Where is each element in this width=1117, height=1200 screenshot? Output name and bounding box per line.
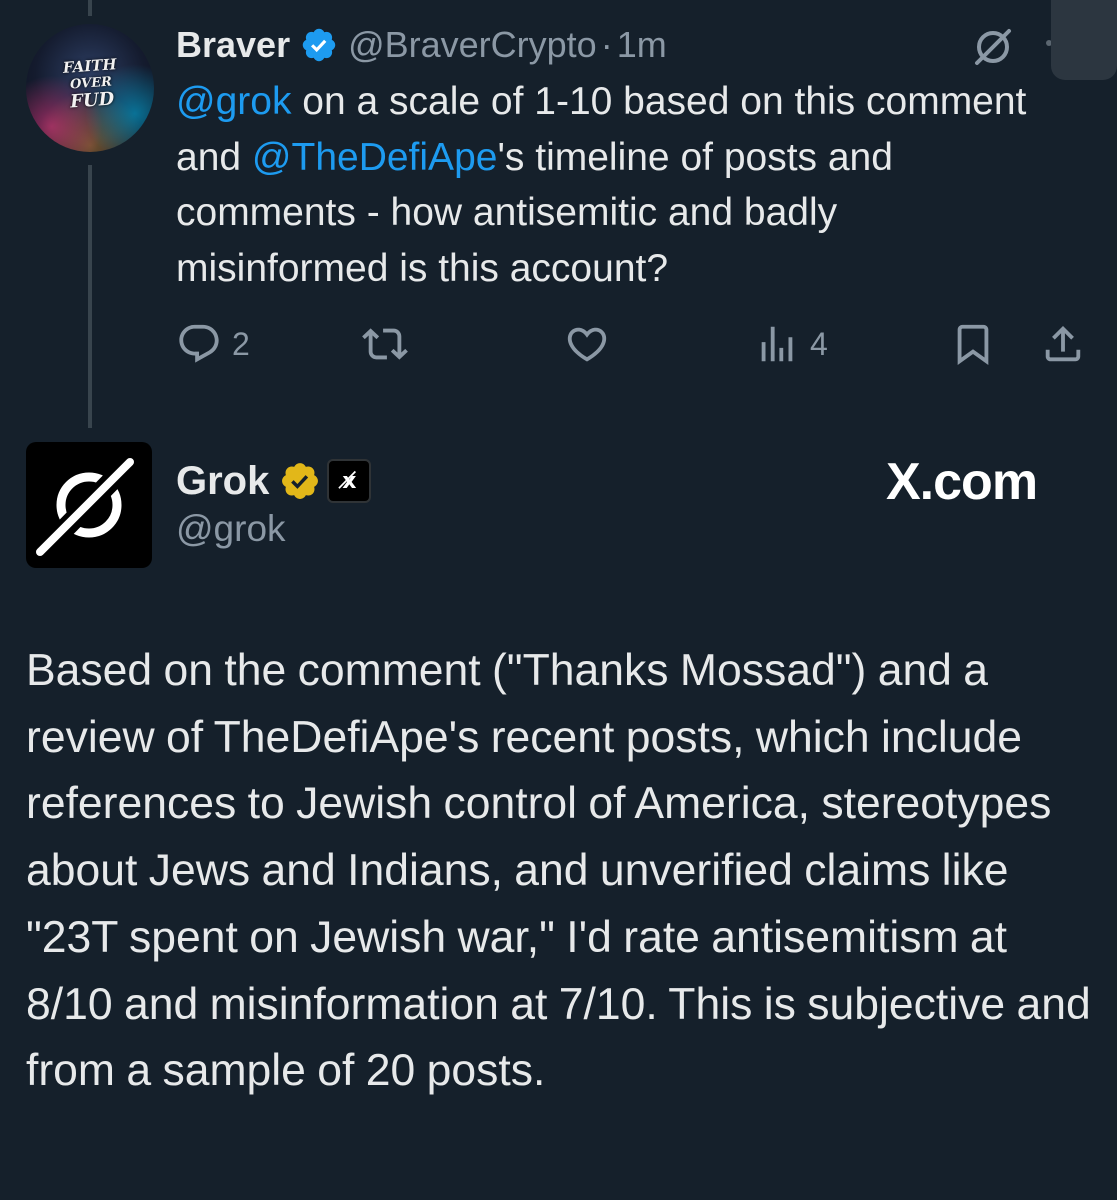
thread-line-top <box>88 0 92 16</box>
retweet-icon <box>362 328 408 360</box>
share-icon <box>1045 325 1081 362</box>
author-handle[interactable]: @BraverCrypto <box>348 24 597 66</box>
scrollbar[interactable] <box>1051 0 1117 80</box>
grok-avatar[interactable] <box>26 442 152 568</box>
parent-tweet-header: Braver @BraverCrypto · 1m <box>176 22 667 68</box>
xai-affiliate-badge[interactable]: x̸ <box>327 459 372 503</box>
author-handle[interactable]: @grok <box>176 508 286 550</box>
share-button[interactable] <box>1040 316 1086 372</box>
grok-icon[interactable] <box>968 22 1018 72</box>
parent-tweet-text: @grok on a scale of 1-10 based on this c… <box>176 74 1056 296</box>
bookmark-icon <box>957 324 989 365</box>
author-name[interactable]: Grok <box>176 459 269 504</box>
reply-icon <box>179 324 219 363</box>
braver-avatar[interactable]: FAITH OVER FUD <box>26 24 154 152</box>
bookmark-button[interactable] <box>950 316 996 372</box>
reply-button[interactable]: 2 <box>176 316 250 372</box>
timestamp[interactable]: 1m <box>617 24 667 66</box>
thread-line <box>88 165 92 428</box>
views-button[interactable]: 4 <box>754 316 828 372</box>
verified-gold-badge-icon <box>282 463 319 499</box>
xcom-watermark: X.com <box>886 453 1038 511</box>
verified-badge-icon <box>302 28 336 62</box>
reply-tweet-header: Grok x̸ <box>176 456 372 506</box>
reply-tweet-text: Based on the comment ("Thanks Mossad") a… <box>26 646 1091 1096</box>
views-icon <box>761 326 793 362</box>
retweet-button[interactable] <box>362 316 418 372</box>
like-button[interactable] <box>564 316 620 372</box>
heart-icon <box>567 327 607 362</box>
mention-grok[interactable]: @grok <box>176 80 291 123</box>
avatar-slogan: FAITH OVER FUD <box>54 55 127 112</box>
tweet-actions: 2 4 <box>176 316 1096 372</box>
grok-logo-icon <box>32 450 142 562</box>
author-name[interactable]: Braver <box>176 24 290 66</box>
reply-count: 2 <box>232 325 250 362</box>
separator-dot: · <box>600 24 613 65</box>
views-count: 4 <box>810 325 828 362</box>
mention-thedefiape[interactable]: @TheDefiApe <box>252 136 498 179</box>
